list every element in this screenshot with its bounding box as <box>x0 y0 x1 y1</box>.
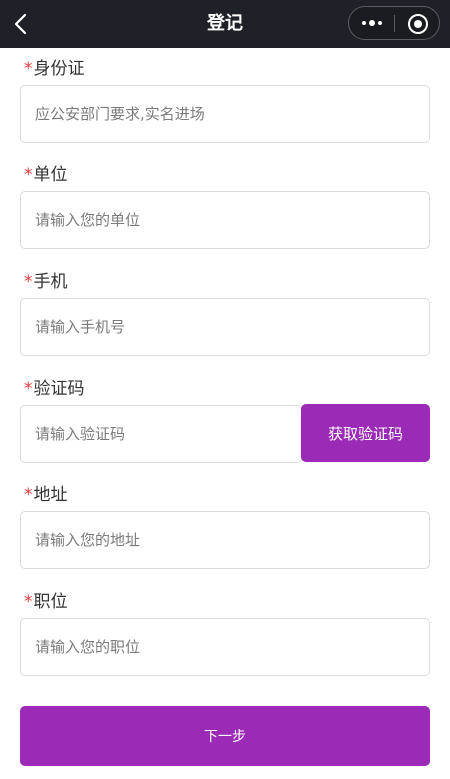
position-input[interactable] <box>20 618 430 676</box>
next-step-button[interactable]: 下一步 <box>20 706 430 766</box>
company-label: *单位 <box>24 163 68 187</box>
company-input[interactable] <box>20 191 430 249</box>
id-card-input[interactable] <box>20 85 430 143</box>
code-label: *验证码 <box>24 377 85 401</box>
capsule-divider <box>394 15 395 32</box>
phone-label-text: 手机 <box>33 272 68 292</box>
id-card-label-text: 身份证 <box>33 59 85 79</box>
chevron-left-icon[interactable] <box>10 12 34 36</box>
required-asterisk: * <box>24 379 33 399</box>
more-dots-icon[interactable] <box>357 13 387 33</box>
required-asterisk: * <box>24 592 33 612</box>
required-asterisk: * <box>24 59 33 79</box>
capsule-menu <box>348 6 440 40</box>
nav-bar: 登记 <box>0 0 450 48</box>
required-asterisk: * <box>24 485 33 505</box>
position-label-text: 职位 <box>33 592 68 612</box>
get-code-button[interactable]: 获取验证码 <box>301 404 430 462</box>
address-label: *地址 <box>24 483 68 507</box>
position-label: *职位 <box>24 590 68 614</box>
required-asterisk: * <box>24 165 33 185</box>
mini-program-close-icon[interactable] <box>407 13 429 35</box>
phone-label: *手机 <box>24 270 68 294</box>
code-label-text: 验证码 <box>33 379 85 399</box>
address-label-text: 地址 <box>33 485 68 505</box>
address-input[interactable] <box>20 511 430 569</box>
required-asterisk: * <box>24 272 33 292</box>
code-input[interactable] <box>20 405 302 463</box>
id-card-label: *身份证 <box>24 57 85 81</box>
company-label-text: 单位 <box>33 165 68 185</box>
phone-input[interactable] <box>20 298 430 356</box>
